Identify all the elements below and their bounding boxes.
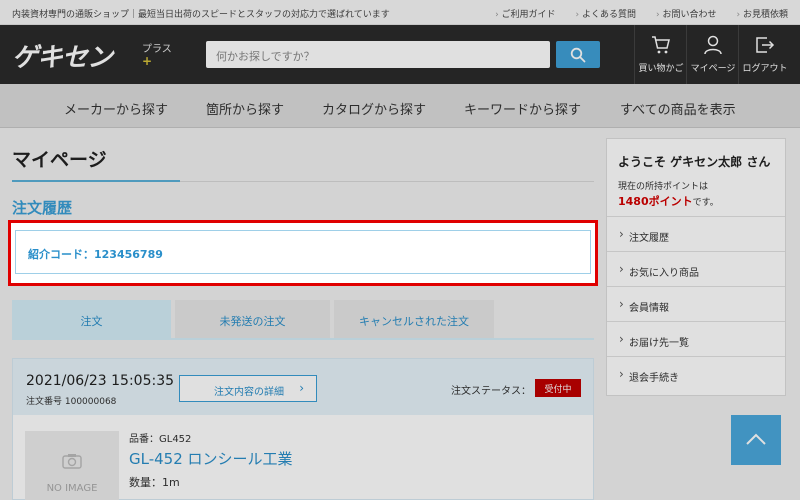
referral-code-highlight: 紹介コード：123456789 (8, 220, 598, 286)
contact-link[interactable]: お問い合わせ (656, 7, 717, 20)
estimate-link[interactable]: お見積依頼 (737, 7, 788, 20)
site-header: ゲキセン プラス + 何かお探しですか？ 買い物かご マイページ ログアウト (0, 25, 800, 84)
nav-location[interactable]: 箇所から探す (206, 99, 284, 118)
site-logo[interactable]: ゲキセン プラス + (12, 37, 172, 73)
logo-text: ゲキセン (12, 43, 113, 73)
main-nav: メーカーから探す 箇所から探す カタログから探す キーワードから探す すべての商… (0, 84, 800, 128)
order-card: 2021/06/23 15:05:35 注文番号 100000068 注文内容の… (12, 358, 594, 500)
sidebar-item-withdraw[interactable]: 退会手続き (607, 356, 785, 391)
logo-plus-text: プラス (142, 44, 172, 55)
search-button[interactable] (556, 41, 600, 68)
shop-tagline: 内装資材専門の通販ショップ｜最短当日出荷のスピードとスタッフの対応力で選ばれてい… (12, 10, 390, 20)
sidebar-item-label: お気に入り商品 (629, 268, 699, 279)
mypage-sidebar: ようこそ ゲキセン太郎 さん 現在の所持ポイントは 1480ポイントです。 注文… (606, 138, 786, 396)
top-links: ご利用ガイド よくある質問 お問い合わせ お見積依頼 (495, 7, 788, 20)
product-code: 品番：GL452 (129, 434, 192, 445)
points-value: 1480ポイント (618, 195, 693, 208)
product-name-link[interactable]: GL-452 ロンシール工業 (129, 448, 293, 469)
header-icons: 買い物かご マイページ ログアウト (634, 25, 790, 84)
cart-button[interactable]: 買い物かご (634, 25, 686, 84)
points-suffix: です。 (692, 198, 719, 208)
sidebar-item-member-info[interactable]: 会員情報 (607, 286, 785, 321)
logout-icon (756, 37, 775, 53)
search-placeholder: 何かお探しですか？ (216, 50, 315, 63)
nav-all-products[interactable]: すべての商品を表示 (620, 99, 736, 118)
faq-link[interactable]: よくある質問 (576, 7, 636, 20)
sidebar-item-order-history[interactable]: 注文履歴 (607, 216, 785, 251)
order-detail-button[interactable]: 注文内容の詳細 (179, 375, 317, 402)
sidebar-item-label: お届け先一覧 (629, 338, 689, 349)
nav-keyword[interactable]: キーワードから探す (464, 99, 581, 118)
order-status-label: 注文ステータス： (451, 386, 531, 397)
title-underline (12, 180, 180, 182)
tab-cancelled[interactable]: キャンセルされた注文 (334, 300, 494, 338)
product-image-placeholder: NO IMAGE (25, 431, 119, 500)
sidebar-item-favorites[interactable]: お気に入り商品 (607, 251, 785, 286)
order-date: 2021/06/23 15:05:35 (26, 373, 175, 389)
logout-button[interactable]: ログアウト (738, 25, 790, 84)
points-line: 1480ポイントです。 (618, 193, 719, 209)
status-badge: 受付中 (535, 379, 581, 397)
camera-icon (62, 454, 82, 469)
page-title: マイページ (12, 149, 107, 171)
logo-plus-mark: + (142, 54, 153, 68)
tab-orders[interactable]: 注文 (12, 300, 171, 338)
sidebar-item-label: 注文履歴 (629, 233, 669, 244)
guide-link[interactable]: ご利用ガイド (495, 7, 556, 20)
mypage-button[interactable]: マイページ (686, 25, 738, 84)
no-image-label: NO IMAGE (46, 483, 98, 494)
mypage-label: マイページ (690, 64, 736, 74)
top-info-bar: 内装資材専門の通販ショップ｜最短当日出荷のスピードとスタッフの対応力で選ばれてい… (0, 0, 800, 25)
section-title: 注文履歴 (12, 199, 73, 217)
order-header: 2021/06/23 15:05:35 注文番号 100000068 注文内容の… (13, 359, 593, 415)
tab-unshipped[interactable]: 未発送の注文 (175, 300, 330, 338)
sidebar-item-label: 退会手続き (629, 373, 679, 384)
referral-code: 紹介コード：123456789 (28, 248, 163, 261)
cart-label: 買い物かご (638, 64, 684, 74)
welcome-message: ようこそ ゲキセン太郎 さん (618, 155, 771, 169)
sidebar-menu: 注文履歴 お気に入り商品 会員情報 お届け先一覧 退会手続き (607, 216, 785, 391)
user-icon (704, 35, 722, 55)
title-divider (180, 181, 594, 182)
nav-catalog[interactable]: カタログから探す (322, 99, 426, 118)
order-number: 注文番号 100000068 (26, 397, 117, 407)
product-quantity: 数量：1m (129, 476, 180, 489)
scroll-to-top-button[interactable] (731, 415, 781, 465)
logout-label: ログアウト (742, 64, 788, 74)
sidebar-item-label: 会員情報 (629, 303, 669, 314)
points-prefix: 現在の所持ポイントは (618, 182, 709, 192)
nav-maker[interactable]: メーカーから探す (64, 99, 168, 118)
sidebar-item-addresses[interactable]: お届け先一覧 (607, 321, 785, 356)
chevron-up-icon (746, 433, 766, 445)
main-content: マイページ 注文履歴 紹介コード：123456789 注文 未発送の注文 キャン… (0, 128, 800, 500)
search-icon (570, 47, 586, 63)
order-tabs: 注文 未発送の注文 キャンセルされた注文 (12, 300, 594, 340)
search-input[interactable]: 何かお探しですか？ (206, 41, 550, 68)
cart-icon (652, 36, 670, 54)
referral-code-box: 紹介コード：123456789 (15, 230, 591, 274)
